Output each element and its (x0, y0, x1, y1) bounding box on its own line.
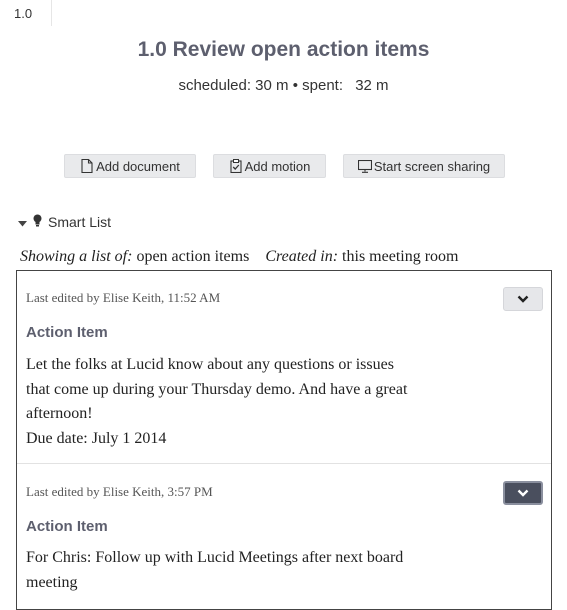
item-meta: Last edited by Elise Keith, 3:57 PM (26, 484, 213, 499)
item-text-line: meeting (26, 573, 78, 591)
item-text: For Chris: Follow up with Lucid Meetings… (26, 546, 526, 595)
tab-label: 1.0 (14, 6, 33, 21)
time-summary: scheduled: 30 m • spent: 32 m (0, 77, 567, 94)
action-item-list: Last edited by Elise Keith, 11:52 AM Act… (16, 270, 552, 610)
item-type: Action Item (26, 518, 108, 535)
item-due-date: Due date: July 1 2014 (26, 429, 167, 447)
start-screen-sharing-button[interactable]: Start screen sharing (343, 154, 505, 178)
item-text-line: Let the folks at Lucid know about any qu… (26, 356, 394, 373)
clipboard-check-icon (229, 159, 243, 173)
separator-dot: • (292, 77, 298, 94)
item-menu-button[interactable] (503, 287, 543, 311)
document-icon (80, 159, 94, 173)
created-label: Created in: (265, 248, 339, 265)
lightbulb-icon (33, 214, 42, 230)
chevron-down-icon (517, 484, 529, 502)
chevron-down-icon (517, 290, 529, 308)
monitor-icon (357, 159, 372, 173)
spent-value: 32 m (355, 77, 389, 94)
spent-label: spent: (302, 77, 344, 94)
caret-down-icon (18, 214, 27, 230)
smart-list-toggle[interactable]: Smart List (18, 214, 111, 230)
item-text: Let the folks at Lucid know about any qu… (26, 353, 526, 451)
item-menu-button[interactable] (503, 481, 543, 505)
scheduled-label: scheduled: 30 m (178, 77, 289, 94)
page-title: 1.0 Review open action items (137, 38, 430, 61)
item-type: Action Item (26, 324, 108, 341)
item-divider (17, 463, 551, 464)
item-text-line: For Chris: Follow up with Lucid Meetings… (26, 549, 404, 566)
add-document-button[interactable]: Add document (64, 154, 196, 178)
action-buttons: Add document Add motion Start screen sha… (0, 154, 567, 178)
item-text-line: afternoon! (26, 405, 93, 422)
item-meta: Last edited by Elise Keith, 11:52 AM (26, 290, 221, 305)
item-text-line: that come up during your Thursday demo. … (26, 380, 408, 398)
add-motion-button[interactable]: Add motion (213, 154, 326, 178)
created-value: this meeting room (342, 248, 459, 265)
showing-value: open action items (136, 248, 250, 265)
showing-label: Showing a list of: (20, 248, 133, 265)
add-document-label: Add document (96, 158, 180, 174)
tab-1-0[interactable]: 1.0 (0, 0, 52, 26)
add-motion-label: Add motion (244, 158, 311, 174)
smart-list-description: Showing a list of: open action items Cre… (20, 248, 567, 266)
start-screen-sharing-label: Start screen sharing (373, 158, 491, 174)
smart-list-label: Smart List (48, 214, 112, 230)
